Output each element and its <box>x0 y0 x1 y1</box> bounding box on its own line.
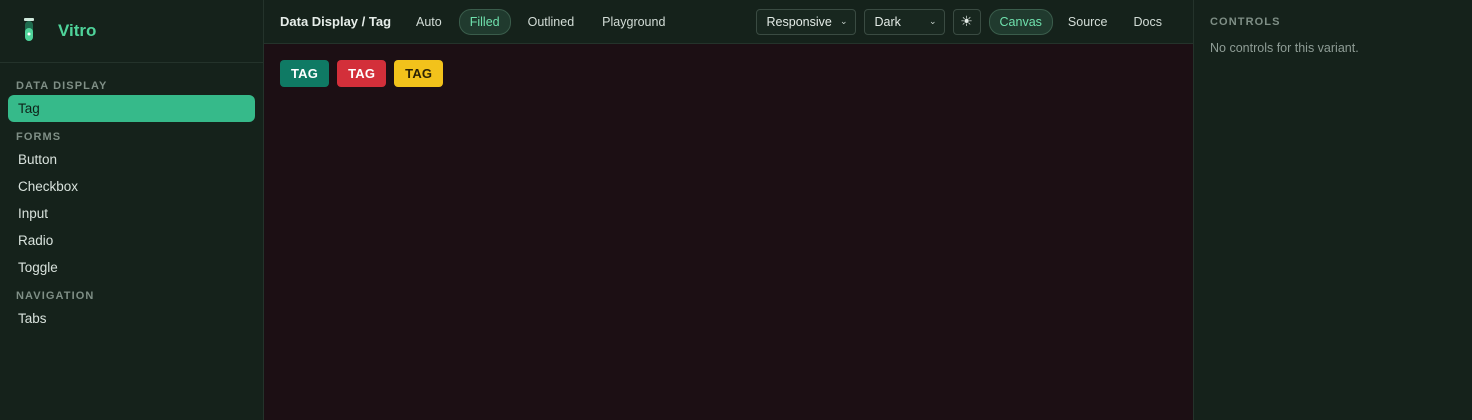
view-tab-source[interactable]: Source <box>1057 9 1119 35</box>
sidebar-item-tag[interactable]: Tag <box>8 95 255 122</box>
sidebar-item-tabs[interactable]: Tabs <box>8 305 255 332</box>
sidebar-item-checkbox[interactable]: Checkbox <box>8 173 255 200</box>
preview-canvas: TAG TAG TAG <box>264 44 1193 420</box>
sun-icon: ☀ <box>960 13 973 29</box>
tag-preview: TAG <box>337 60 387 87</box>
theme-toggle-button[interactable]: ☀ <box>952 8 981 35</box>
view-tab-canvas[interactable]: Canvas <box>988 8 1053 35</box>
sidebar: Vitro DATA DISPLAY Tag FORMS Button Checkbox… <box>0 0 264 420</box>
theme-select-value: Dark <box>874 14 901 29</box>
controls-title: CONTROLS <box>1210 16 1281 28</box>
view-tab-docs[interactable]: Docs <box>1123 9 1173 35</box>
sidebar-item-toggle[interactable]: Toggle <box>8 254 255 281</box>
nav-group-label: FORMS <box>16 131 62 143</box>
tab-filled[interactable]: Filled <box>458 8 511 35</box>
app-root: Vitro DATA DISPLAY Tag FORMS Button Checkbox… <box>0 0 1472 420</box>
chevron-down-icon: ⌄ <box>839 16 848 26</box>
tag-preview: TAG <box>394 60 444 87</box>
nav-group-label: DATA DISPLAY <box>16 80 108 92</box>
theme-select[interactable]: Dark ⌄ <box>863 8 945 35</box>
viewport-select[interactable]: Responsive ⌄ <box>755 8 856 35</box>
test-tube-icon <box>24 18 34 41</box>
view-tabs: Canvas Source Docs <box>988 8 1177 35</box>
controls-empty-message: No controls for this variant. <box>1210 41 1359 55</box>
sidebar-item-radio[interactable]: Radio <box>8 227 255 254</box>
toolbar: Data Display / Tag Auto Filled Outlined Pla… <box>264 0 1193 44</box>
main-panel: Data Display / Tag Auto Filled Outlined Pla… <box>264 0 1193 420</box>
sidebar-item-input[interactable]: Input <box>8 200 255 227</box>
tab-playground[interactable]: Playground <box>591 9 676 35</box>
sidebar-nav: DATA DISPLAY Tag FORMS Button Checkbox Input R… <box>0 63 263 340</box>
tab-outlined[interactable]: Outlined <box>517 9 586 35</box>
viewport-select-value: Responsive <box>766 14 832 29</box>
variant-tabs: Auto Filled Outlined Playground <box>405 8 682 35</box>
nav-group-label: NAVIGATION <box>16 290 95 302</box>
brand[interactable]: Vitro <box>0 0 263 63</box>
tag-preview: TAG <box>280 60 330 87</box>
tab-auto[interactable]: Auto <box>405 9 453 35</box>
chevron-down-icon: ⌄ <box>928 16 937 26</box>
controls-panel: CONTROLS No controls for this variant. <box>1193 0 1472 420</box>
sidebar-item-button[interactable]: Button <box>8 146 255 173</box>
app-name: Vitro <box>58 21 97 40</box>
breadcrumb: Data Display / Tag <box>280 14 392 29</box>
